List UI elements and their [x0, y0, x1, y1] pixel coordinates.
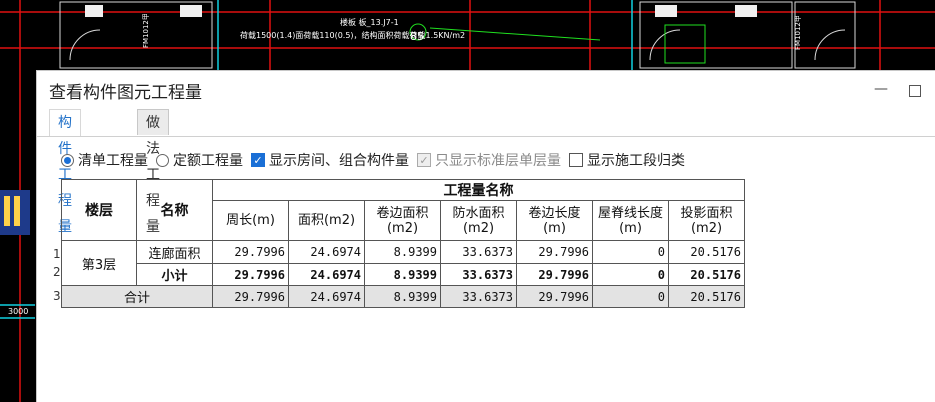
- cell-value[interactable]: 29.7996: [516, 285, 593, 308]
- radio-bill-quantity[interactable]: 清单工程量: [61, 150, 148, 170]
- options-row: 清单工程量 定额工程量 ✓ 显示房间、组合构件量 ✓ 只显示标准层单层量 ✓ 显…: [61, 150, 693, 170]
- checkbox-empty-icon: ✓: [569, 153, 583, 167]
- cell-value[interactable]: 29.7996: [516, 263, 593, 286]
- header-quantity-group[interactable]: 工程量名称: [212, 179, 745, 201]
- header-floor[interactable]: 楼层: [61, 179, 137, 241]
- cell-value[interactable]: 0: [592, 285, 669, 308]
- minimize-button[interactable]: —: [874, 81, 888, 97]
- cell-value[interactable]: 0: [592, 263, 669, 286]
- header-projected-area[interactable]: 投影面积(m2): [668, 200, 745, 241]
- cad-dim-label: 85: [410, 30, 424, 43]
- header-name[interactable]: 名称: [136, 179, 213, 241]
- radio-quota-quantity[interactable]: 定额工程量: [156, 150, 243, 170]
- cell-value[interactable]: 29.7996: [212, 285, 289, 308]
- table-row-subtotal[interactable]: 小计 29.7996 24.6974 8.9399 33.6373 29.799…: [62, 263, 745, 286]
- dialog-title: 查看构件图元工程量: [49, 83, 202, 103]
- cell-value[interactable]: 24.6974: [288, 285, 365, 308]
- cell-value[interactable]: 24.6974: [288, 240, 365, 264]
- tab-divider: [37, 136, 935, 137]
- cell-value[interactable]: 33.6373: [440, 240, 517, 264]
- row-number: 2: [53, 265, 61, 279]
- header-ridge-length[interactable]: 屋脊线长度(m): [592, 200, 669, 241]
- maximize-button[interactable]: [909, 85, 921, 97]
- cell-value[interactable]: 0: [592, 240, 669, 264]
- cell-value[interactable]: 33.6373: [440, 285, 517, 308]
- radio-checked-icon: [61, 153, 74, 167]
- cell-value[interactable]: 24.6974: [288, 263, 365, 286]
- row-number: 3: [53, 289, 61, 303]
- cell-value[interactable]: 8.9399: [364, 285, 441, 308]
- cell-name[interactable]: 连廊面积: [136, 240, 213, 264]
- cell-value[interactable]: 29.7996: [212, 240, 289, 264]
- checkmark-icon: ✓: [251, 153, 265, 167]
- cell-value[interactable]: 33.6373: [440, 263, 517, 286]
- cad-note-line1: 楼板 板_13.J7-1: [340, 17, 399, 27]
- radio-quota-quantity-label: 定额工程量: [173, 153, 243, 169]
- header-area[interactable]: 面积(m2): [288, 200, 365, 241]
- cell-value[interactable]: 8.9399: [364, 240, 441, 264]
- header-curb-area[interactable]: 卷边面积(m2): [364, 200, 441, 241]
- row-number: 1: [53, 247, 61, 261]
- cad-left-dim: 3000: [8, 307, 28, 316]
- cell-value[interactable]: 20.5176: [668, 285, 745, 308]
- cell-value[interactable]: 20.5176: [668, 263, 745, 286]
- checkbox-show-segment[interactable]: ✓ 显示施工段归类: [569, 150, 685, 170]
- cad-note-line2: 荷载1500(1.4)面荷载110(0.5)，结构面积荷载荷载1.5KN/m2: [240, 30, 465, 40]
- header-curb-length[interactable]: 卷边长度(m): [516, 200, 593, 241]
- cell-name[interactable]: 小计: [136, 263, 213, 286]
- radio-bill-quantity-label: 清单工程量: [78, 153, 148, 169]
- tab-component-quantity[interactable]: 构件工程量: [49, 109, 81, 235]
- checkmark-disabled-icon: ✓: [417, 153, 431, 167]
- cad-plan-label-right: FM1012甲: [794, 15, 802, 50]
- table-row-total[interactable]: 合计 29.7996 24.6974 8.9399 33.6373 29.799…: [61, 285, 745, 308]
- cad-plan-label-left: FM1012甲: [142, 13, 150, 48]
- checkbox-show-segment-label: 显示施工段归类: [587, 153, 685, 169]
- cell-value[interactable]: 29.7996: [212, 263, 289, 286]
- tab-method-quantity[interactable]: 做法工程量: [137, 109, 169, 235]
- radio-unchecked-icon: [156, 153, 169, 167]
- cell-floor[interactable]: 第3层: [61, 240, 137, 286]
- checkbox-standard-floor-only[interactable]: ✓ 只显示标准层单层量: [417, 150, 561, 170]
- cell-value[interactable]: 29.7996: [516, 240, 593, 264]
- checkbox-standard-floor-only-label: 只显示标准层单层量: [435, 153, 561, 169]
- checkbox-show-rooms-label: 显示房间、组合构件量: [269, 153, 409, 169]
- cell-value[interactable]: 20.5176: [668, 240, 745, 264]
- header-perimeter[interactable]: 周长(m): [212, 200, 289, 241]
- checkbox-show-rooms[interactable]: ✓ 显示房间、组合构件量: [251, 150, 409, 170]
- cell-value[interactable]: 8.9399: [364, 263, 441, 286]
- quantity-dialog: 查看构件图元工程量 — 构件工程量 做法工程量 清单工程量 定额工程量 ✓ 显示…: [36, 70, 935, 402]
- quantity-table: 楼层 名称 工程量名称 周长(m) 面积(m2) 卷边面积(m2) 防水面积(m…: [61, 179, 745, 308]
- table-row[interactable]: 第3层 连廊面积 29.7996 24.6974 8.9399 33.6373 …: [61, 240, 745, 286]
- header-waterproof-area[interactable]: 防水面积(m2): [440, 200, 517, 241]
- cell-total-label[interactable]: 合计: [61, 285, 213, 308]
